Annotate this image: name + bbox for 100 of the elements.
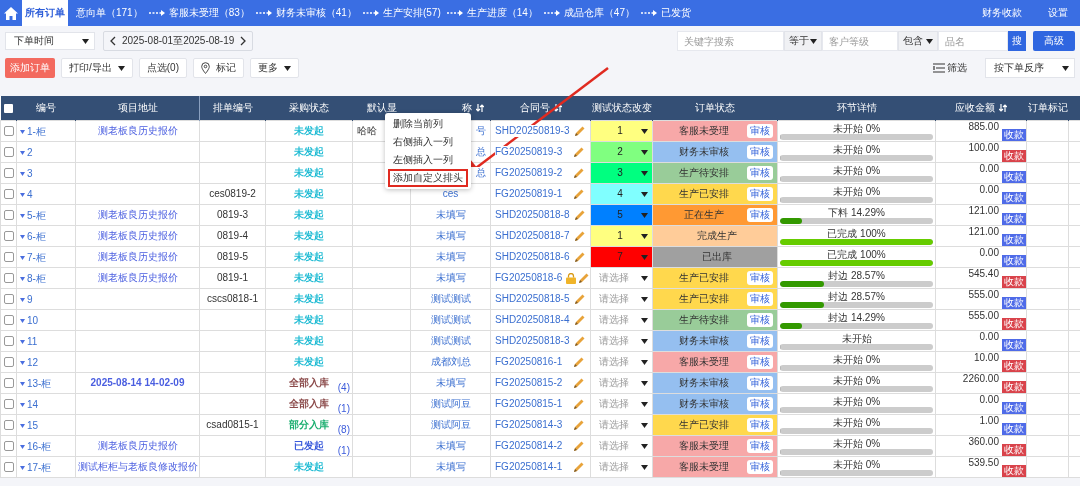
- contract-link[interactable]: FG20250815-2: [495, 377, 563, 389]
- contract-link[interactable]: FG20250814-2: [495, 440, 563, 452]
- status-select[interactable]: 请选择: [591, 331, 652, 351]
- status-select[interactable]: 请选择: [591, 268, 652, 288]
- collect-payment-button[interactable]: 收款: [1002, 444, 1026, 456]
- status-select[interactable]: 请选择: [591, 373, 652, 393]
- row-checkbox[interactable]: [3, 315, 14, 325]
- row-checkbox[interactable]: [3, 378, 14, 388]
- nav-tab[interactable]: 生产安排(57): [378, 6, 445, 20]
- contract-link[interactable]: FG20250819-3: [495, 146, 563, 158]
- pick-button[interactable]: 点选(0): [138, 58, 187, 78]
- contract-link[interactable]: FG20250818-6: [495, 272, 563, 284]
- contract-link[interactable]: SHD20250818-4: [495, 314, 570, 326]
- operator-select[interactable]: 包含: [898, 31, 938, 51]
- count-link[interactable]: (4): [337, 383, 350, 393]
- row-checkbox[interactable]: [3, 147, 14, 157]
- row-checkbox[interactable]: [3, 252, 14, 262]
- order-number-link[interactable]: 11: [27, 335, 38, 348]
- order-number-link[interactable]: 14: [27, 398, 39, 411]
- row-checkbox[interactable]: [3, 462, 14, 472]
- order-number-link[interactable]: 15: [27, 419, 39, 432]
- audit-button[interactable]: 审核: [747, 145, 773, 159]
- row-checkbox[interactable]: [3, 441, 14, 451]
- sort-select[interactable]: 按下单反序: [985, 58, 1075, 78]
- order-number-link[interactable]: 10: [27, 314, 39, 327]
- row-checkbox[interactable]: [3, 168, 14, 178]
- collect-payment-button[interactable]: 收款: [1002, 192, 1026, 204]
- menu-item[interactable]: 删除当前列: [388, 115, 468, 133]
- count-link[interactable]: (8): [337, 425, 350, 435]
- contract-link[interactable]: SHD20250819-3: [495, 125, 570, 137]
- nav-link[interactable]: 设置: [1048, 6, 1068, 20]
- audit-button[interactable]: 审核: [747, 418, 773, 432]
- status-select[interactable]: 4: [591, 184, 652, 204]
- nav-tab[interactable]: 财务未审核（41）: [271, 6, 361, 20]
- contract-link[interactable]: FG20250819-1: [495, 188, 563, 200]
- audit-button[interactable]: 审核: [747, 124, 773, 138]
- filter-button[interactable]: 筛选: [933, 61, 967, 75]
- count-link[interactable]: (1): [337, 446, 350, 456]
- status-select[interactable]: 7: [591, 247, 652, 267]
- collect-payment-button[interactable]: 收款: [1002, 318, 1026, 330]
- row-checkbox[interactable]: [3, 336, 14, 346]
- nav-tab[interactable]: 成品仓库（47）: [559, 6, 639, 20]
- contract-link[interactable]: FG20250819-2: [495, 167, 563, 179]
- nav-tab[interactable]: 意向单（171）: [72, 6, 147, 20]
- contract-link[interactable]: FG20250815-1: [495, 398, 563, 410]
- row-checkbox[interactable]: [3, 399, 14, 409]
- status-select[interactable]: 请选择: [591, 436, 652, 456]
- status-select[interactable]: 请选择: [591, 352, 652, 372]
- menu-item[interactable]: 添加自定义排头: [388, 169, 468, 187]
- advanced-button[interactable]: 高级: [1033, 31, 1075, 51]
- more-button[interactable]: 更多: [250, 58, 299, 78]
- collect-payment-button[interactable]: 收款: [1002, 276, 1026, 288]
- audit-button[interactable]: 审核: [747, 376, 773, 390]
- status-select[interactable]: 1: [591, 121, 652, 141]
- audit-button[interactable]: 审核: [747, 271, 773, 285]
- order-number-link[interactable]: 9: [27, 293, 33, 306]
- collect-payment-button[interactable]: 收款: [1002, 150, 1026, 162]
- collect-payment-button[interactable]: 收款: [1002, 213, 1026, 225]
- mark-button[interactable]: 标记: [193, 58, 244, 78]
- collect-payment-button[interactable]: 收款: [1002, 171, 1026, 183]
- search-button[interactable]: 搜: [1008, 31, 1026, 51]
- contract-link[interactable]: SHD20250818-8: [495, 209, 570, 221]
- audit-button[interactable]: 审核: [747, 397, 773, 411]
- status-select[interactable]: 请选择: [591, 289, 652, 309]
- search-field[interactable]: 品名: [938, 31, 1008, 51]
- contract-link[interactable]: SHD20250818-5: [495, 293, 570, 305]
- audit-button[interactable]: 审核: [747, 439, 773, 453]
- contract-link[interactable]: FG20250814-3: [495, 419, 563, 431]
- contract-link[interactable]: SHD20250818-3: [495, 335, 570, 347]
- collect-payment-button[interactable]: 收款: [1002, 360, 1026, 372]
- audit-button[interactable]: 审核: [747, 187, 773, 201]
- status-select[interactable]: 请选择: [591, 457, 652, 477]
- row-checkbox[interactable]: [3, 126, 14, 136]
- order-number-link[interactable]: 6-柜: [27, 230, 46, 243]
- nav-tab[interactable]: 客服未受理（83）: [164, 6, 254, 20]
- menu-item[interactable]: 左侧插入一列: [388, 151, 468, 169]
- search-field[interactable]: 关键字搜索: [677, 31, 784, 51]
- contract-link[interactable]: FG20250814-1: [495, 461, 563, 473]
- collect-payment-button[interactable]: 收款: [1002, 423, 1026, 435]
- collect-payment-button[interactable]: 收款: [1002, 381, 1026, 393]
- row-checkbox[interactable]: [3, 273, 14, 283]
- status-select[interactable]: 请选择: [591, 394, 652, 414]
- collect-payment-button[interactable]: 收款: [1002, 255, 1026, 267]
- order-number-link[interactable]: 4: [27, 188, 33, 201]
- print-export-button[interactable]: 打印/导出: [61, 58, 133, 78]
- contract-link[interactable]: SHD20250818-7: [495, 230, 570, 242]
- audit-button[interactable]: 审核: [747, 460, 773, 474]
- operator-select[interactable]: 等于: [784, 31, 822, 51]
- time-select[interactable]: 下单时间: [5, 32, 95, 50]
- collect-payment-button[interactable]: 收款: [1002, 129, 1026, 141]
- order-number-link[interactable]: 7-柜: [27, 251, 46, 264]
- order-number-link[interactable]: 3: [27, 167, 33, 180]
- status-select[interactable]: 3: [591, 163, 652, 183]
- nav-tab[interactable]: 已发货: [657, 6, 695, 20]
- collect-payment-button[interactable]: 收款: [1002, 465, 1026, 477]
- status-select[interactable]: 5: [591, 205, 652, 225]
- count-link[interactable]: (1): [337, 404, 350, 414]
- order-number-link[interactable]: 2: [27, 146, 33, 159]
- collect-payment-button[interactable]: 收款: [1002, 402, 1026, 414]
- audit-button[interactable]: 审核: [747, 292, 773, 306]
